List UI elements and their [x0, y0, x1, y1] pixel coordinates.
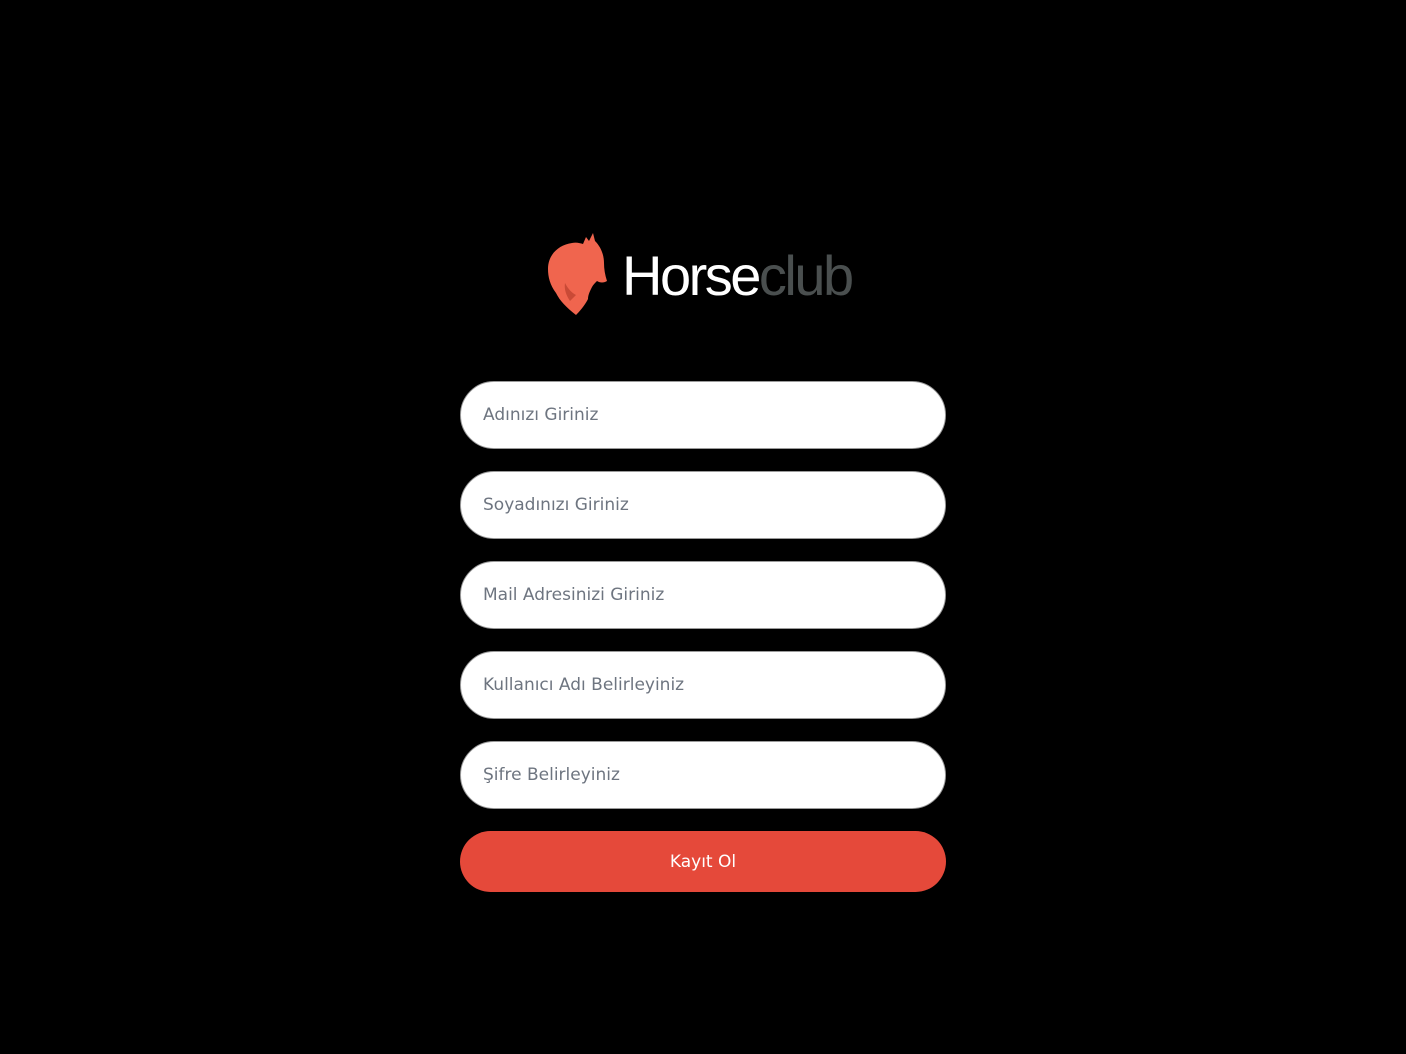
- horse-head-icon: [548, 233, 607, 315]
- username-input[interactable]: [460, 651, 946, 719]
- register-button[interactable]: Kayıt Ol: [460, 831, 946, 892]
- register-page: Horseclub Kayıt Ol: [0, 0, 1406, 1054]
- last-name-input[interactable]: [460, 471, 946, 539]
- brand-name-part2: club: [758, 244, 854, 307]
- brand-logo: Horseclub: [546, 231, 854, 315]
- first-name-input[interactable]: [460, 381, 946, 449]
- brand-name-part1: Horse: [622, 244, 761, 307]
- email-input[interactable]: [460, 561, 946, 629]
- register-form: Kayıt Ol: [460, 381, 946, 892]
- brand-wordmark: Horseclub: [622, 248, 854, 304]
- password-input[interactable]: [460, 741, 946, 809]
